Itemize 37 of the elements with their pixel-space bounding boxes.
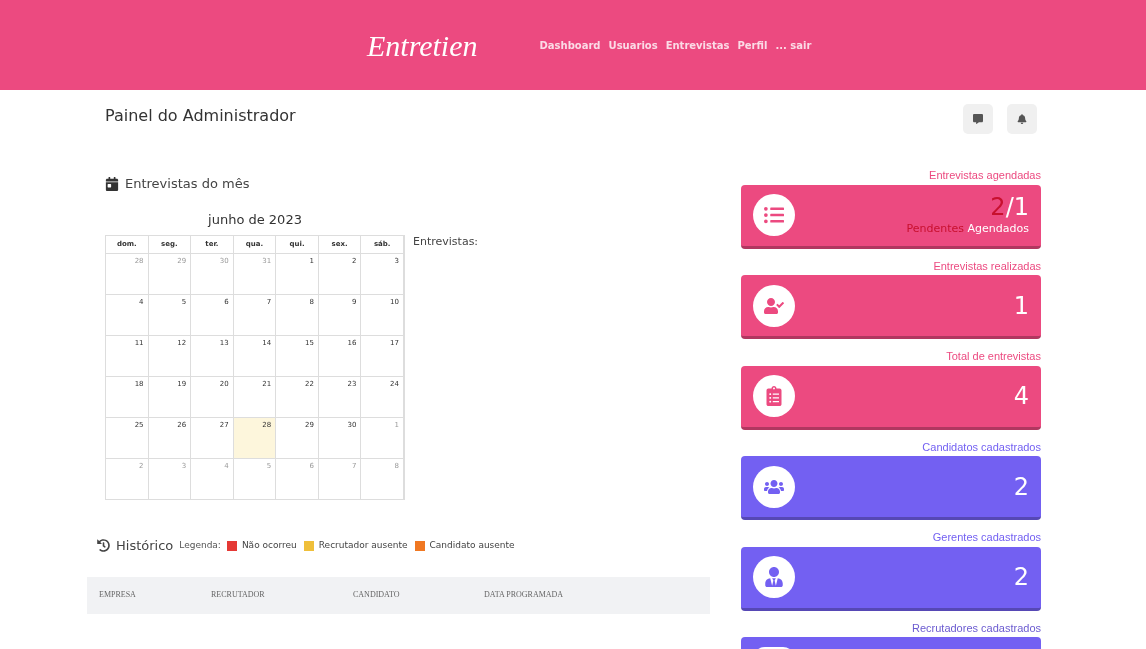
legend-text: Não ocorreu bbox=[241, 539, 297, 552]
stat-value: 2/1 bbox=[990, 192, 1029, 221]
stat-sublabel: Pendentes Agendados bbox=[906, 220, 1029, 237]
stat-value: 1 bbox=[1013, 290, 1029, 322]
history-icon bbox=[97, 539, 110, 553]
user-tie-icon bbox=[753, 556, 795, 598]
stat-value: 2 bbox=[1013, 562, 1029, 593]
logo[interactable]: Entretien bbox=[367, 22, 478, 68]
section-heading: Histórico bbox=[116, 537, 174, 555]
clipboard-icon bbox=[753, 375, 795, 417]
page-title: Painel do Administrador bbox=[105, 105, 297, 127]
stat-value: 4 bbox=[1013, 381, 1029, 412]
chat-button[interactable] bbox=[963, 104, 993, 134]
stat-label: Recrutadores cadastrados bbox=[912, 620, 1041, 636]
stat-label: Entrevistas realizadas bbox=[933, 258, 1041, 274]
bell-icon bbox=[1017, 114, 1027, 124]
column-header: DATA PROGRAMADA bbox=[484, 589, 565, 601]
stat-label: Total de entrevistas bbox=[946, 349, 1041, 364]
interviews-label: Entrevistas: bbox=[413, 233, 479, 250]
calendar-icon bbox=[105, 176, 119, 191]
column-header: RECRUTADOR bbox=[211, 589, 266, 601]
user-check-icon bbox=[753, 284, 795, 327]
column-header: CANDIDATO bbox=[353, 589, 401, 601]
section-heading: Entrevistas do mês bbox=[125, 175, 250, 193]
legend-text: Candidato ausente bbox=[429, 539, 515, 552]
stat-label: Entrevistas agendadas bbox=[929, 168, 1041, 183]
checklist-icon bbox=[753, 194, 795, 236]
legend-text: Recrutador ausente bbox=[318, 539, 408, 552]
column-header: EMPRESA bbox=[99, 589, 137, 601]
users-icon bbox=[753, 465, 795, 508]
chat-icon bbox=[973, 114, 983, 124]
legend-label: Legenda: bbox=[179, 539, 221, 552]
calendar-month: junho de 2023 bbox=[208, 210, 302, 229]
notifications-button[interactable] bbox=[1007, 104, 1037, 134]
stat-value: 2 bbox=[1013, 471, 1029, 503]
stat-label: Candidatos cadastrados bbox=[922, 439, 1041, 455]
stat-label: Gerentes cadastrados bbox=[932, 530, 1041, 545]
